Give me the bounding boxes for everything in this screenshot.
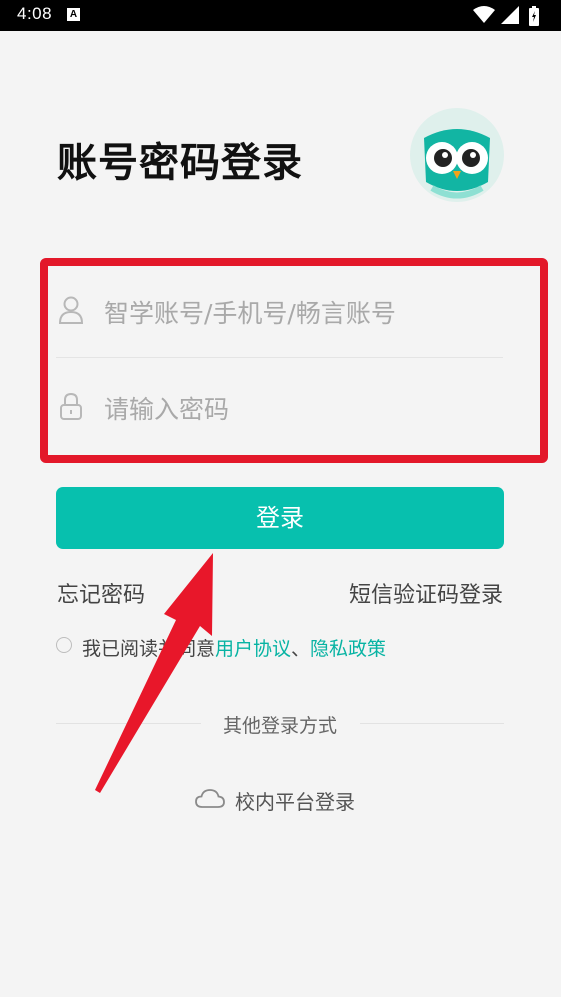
highlight-box [40, 258, 548, 463]
owl-logo-icon [410, 108, 504, 202]
privacy-policy-link[interactable]: 隐私政策 [310, 638, 386, 660]
notification-icon: A [67, 8, 80, 21]
other-login-label: 其他登录方式 [222, 715, 337, 737]
signal-icon [501, 6, 519, 24]
status-bar: 4:08 A [0, 0, 561, 31]
wifi-icon [473, 6, 495, 23]
agreement-text: 我已阅读并同意用户协议、隐私政策 [82, 634, 386, 661]
agreement-separator: 、 [291, 638, 311, 660]
divider-left [56, 723, 201, 724]
campus-login-label: 校内平台登录 [235, 790, 355, 814]
sms-login-link[interactable]: 短信验证码登录 [349, 577, 503, 609]
forgot-password-link[interactable]: 忘记密码 [57, 577, 145, 609]
agreement-prefix: 我已阅读并同意 [82, 638, 216, 660]
login-button[interactable]: 登录 [56, 487, 504, 549]
divider-right [360, 723, 504, 724]
user-agreement-link[interactable]: 用户协议 [215, 638, 291, 660]
battery-icon [529, 6, 539, 26]
status-time: 4:08 [17, 4, 53, 23]
cloud-icon [195, 789, 225, 808]
page-title: 账号密码登录 [57, 140, 303, 186]
agree-radio[interactable] [56, 637, 72, 653]
